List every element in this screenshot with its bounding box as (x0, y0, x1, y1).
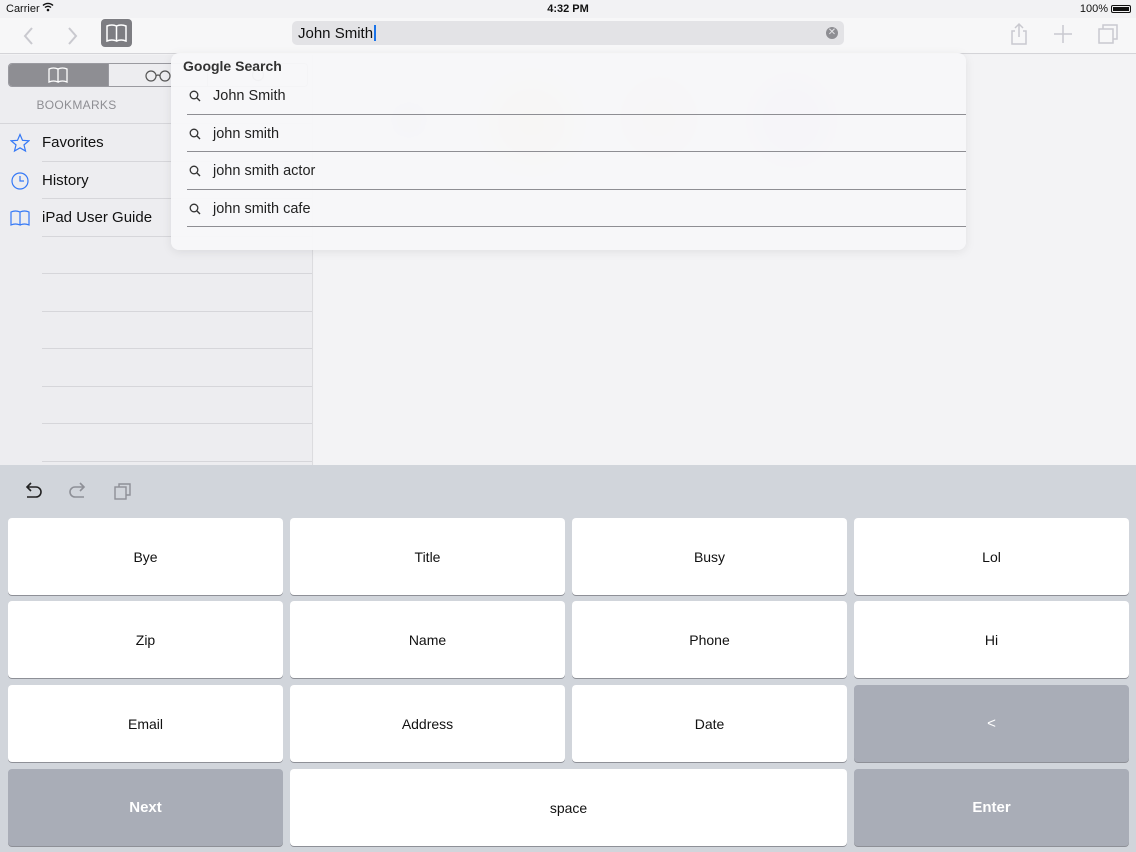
search-icon (189, 128, 201, 139)
clock: 4:32 PM (547, 3, 589, 15)
tabs-button[interactable] (1096, 22, 1120, 46)
empty-row (42, 387, 312, 424)
key-name[interactable]: Name (290, 601, 565, 678)
bookmark-label: iPad User Guide (42, 209, 153, 226)
search-icon (189, 90, 201, 102)
suggestion-text: John Smith (213, 88, 286, 104)
suggestion-item[interactable]: john smith actor (187, 152, 966, 190)
key-title[interactable]: Title (290, 518, 565, 595)
chevron-right-icon (68, 27, 78, 45)
battery-percent: 100% (1079, 3, 1108, 15)
tabs-icon (1098, 24, 1118, 44)
new-tab-button[interactable] (1051, 22, 1075, 46)
bookmark-label: History (42, 171, 89, 189)
bookmarks-tab[interactable] (9, 64, 108, 86)
custom-keyboard: Bye Title Busy Lol Zip Name Phone Hi Ema… (0, 465, 1136, 852)
book-icon (10, 210, 30, 226)
suggestions-list: John Smith john smith john smith actor j… (187, 77, 966, 227)
browser-toolbar: John Smith ✕ (0, 18, 1136, 54)
chevron-left-icon (23, 27, 33, 45)
undo-icon (25, 482, 42, 498)
suggestion-text: john smith (213, 125, 280, 142)
suggestion-item[interactable]: john smith (187, 115, 966, 152)
undo-button[interactable] (22, 480, 44, 502)
redo-button[interactable] (67, 480, 89, 502)
status-bar: Carrier 4:32 PM 100% (0, 0, 1136, 18)
forward-button[interactable] (58, 22, 86, 50)
plus-icon (1054, 25, 1072, 43)
battery-icon (1111, 5, 1131, 13)
glasses-icon (145, 70, 171, 82)
address-bar[interactable]: John Smith ✕ (292, 21, 844, 45)
enter-key[interactable]: Enter (854, 769, 1129, 846)
book-icon (106, 24, 127, 42)
paste-button[interactable] (112, 480, 134, 502)
clock-icon (11, 171, 29, 190)
empty-row (42, 349, 312, 387)
next-key[interactable]: Next (8, 769, 283, 846)
address-text: John Smith (298, 25, 374, 42)
empty-row (42, 274, 312, 312)
book-icon (48, 67, 68, 83)
key-lol[interactable]: Lol (854, 518, 1129, 595)
redo-icon (69, 482, 86, 498)
backspace-key[interactable]: < (854, 685, 1129, 762)
search-icon (189, 203, 201, 214)
suggestion-text: john smith cafe (213, 200, 311, 217)
space-key[interactable]: space (290, 769, 847, 846)
suggestion-item[interactable]: John Smith (187, 77, 966, 115)
share-button[interactable] (1007, 22, 1031, 46)
key-busy[interactable]: Busy (572, 518, 847, 595)
back-button[interactable] (15, 22, 43, 50)
bookmark-label: Favorites (42, 134, 104, 151)
keyboard-shortcut-bar (0, 465, 1136, 515)
sidebar-header: BOOKMARKS (36, 98, 117, 112)
paste-icon (114, 483, 131, 500)
share-icon (1011, 22, 1027, 45)
key-date[interactable]: Date (572, 685, 847, 762)
search-icon (189, 165, 201, 177)
bookmarks-button[interactable] (101, 19, 132, 47)
suggestions-title: Google Search (183, 58, 282, 74)
key-zip[interactable]: Zip (8, 601, 283, 678)
empty-row (42, 424, 312, 462)
key-address[interactable]: Address (290, 685, 565, 762)
star-icon (10, 133, 30, 153)
empty-row (42, 312, 312, 349)
key-hi[interactable]: Hi (854, 601, 1129, 678)
clear-icon[interactable]: ✕ (826, 27, 838, 39)
key-email[interactable]: Email (8, 685, 283, 762)
search-suggestions-popover: Google Search John Smith john smith john… (171, 53, 966, 250)
suggestion-text: john smith actor (213, 163, 316, 179)
address-input[interactable]: John Smith (298, 25, 376, 42)
key-phone[interactable]: Phone (572, 601, 847, 678)
key-bye[interactable]: Bye (8, 518, 283, 595)
text-caret (374, 25, 376, 41)
suggestion-item[interactable]: john smith cafe (187, 190, 966, 227)
